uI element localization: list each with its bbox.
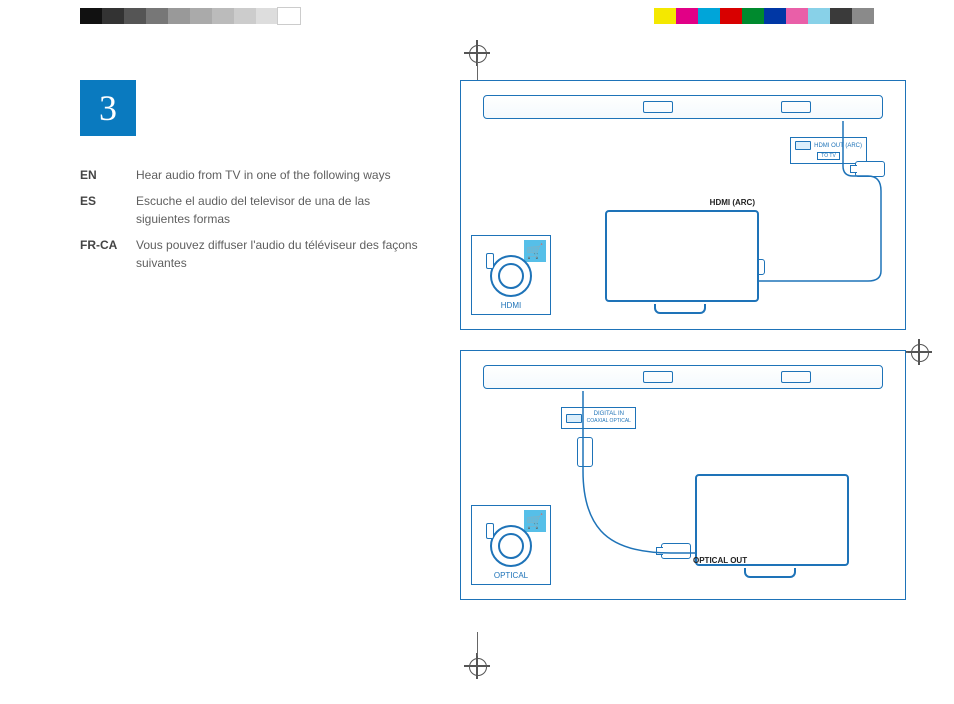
color-swatch [830,8,852,24]
step-number-badge: 3 [80,80,136,136]
diagrams-column: HDMI OUT (ARC) TO TV HDMI (ARC) 🛒 HDMI [460,80,906,620]
color-swatch [742,8,764,24]
cart-icon: 🛒 [524,240,546,262]
color-swatch [190,8,212,24]
color-swatch [234,8,256,24]
lang-text: Escuche el audio del televisor de una de… [136,192,420,228]
color-swatch [852,8,874,24]
cable-coil-icon [490,255,532,297]
lang-text: Hear audio from TV in one of the followi… [136,166,420,184]
instruction-en: EN Hear audio from TV in one of the foll… [80,166,420,184]
diagram-hdmi-arc: HDMI OUT (ARC) TO TV HDMI (ARC) 🛒 HDMI [460,80,906,330]
page-content: 3 EN Hear audio from TV in one of the fo… [80,80,906,674]
soundbar-rear-icon [483,95,884,119]
color-swatch [256,8,278,24]
cable-coil-icon [490,525,532,567]
lang-code: ES [80,192,136,228]
hdmi-cable-accessory: 🛒 HDMI [471,235,551,315]
color-swatch [654,8,676,24]
color-swatch [764,8,786,24]
color-swatch [146,8,168,24]
color-swatch [808,8,830,24]
color-swatch [720,8,742,24]
color-swatch [212,8,234,24]
optical-cable-accessory: 🛒 OPTICAL [471,505,551,585]
color-swatch [124,8,146,24]
instruction-es: ES Escuche el audio del televisor de una… [80,192,420,228]
printer-colorbar-right [654,8,874,24]
soundbar-rear-icon [483,365,884,389]
accessory-label: HDMI [501,301,521,310]
color-swatch [168,8,190,24]
accessory-label: OPTICAL [494,571,528,580]
registration-mark-right [906,339,932,365]
color-swatch [278,8,300,24]
color-swatch [80,8,102,24]
hdmi-arc-label: HDMI (ARC) [710,198,755,207]
color-swatch [676,8,698,24]
instruction-block: EN Hear audio from TV in one of the foll… [80,166,420,272]
lang-text: Vous pouvez diffuser l'audio du télévise… [136,236,420,272]
color-swatch [102,8,124,24]
lang-code: EN [80,166,136,184]
color-swatch [698,8,720,24]
tv-icon [605,210,755,315]
printer-colorbar-left [80,8,300,24]
lang-code: FR-CA [80,236,136,272]
color-swatch [786,8,808,24]
optical-out-label: OPTICAL OUT [693,556,747,565]
instruction-frca: FR-CA Vous pouvez diffuser l'audio du té… [80,236,420,272]
cart-icon: 🛒 [524,510,546,532]
diagram-optical: DIGITAL IN COAXIAL OPTICAL OPTICAL OUT 🛒 [460,350,906,600]
